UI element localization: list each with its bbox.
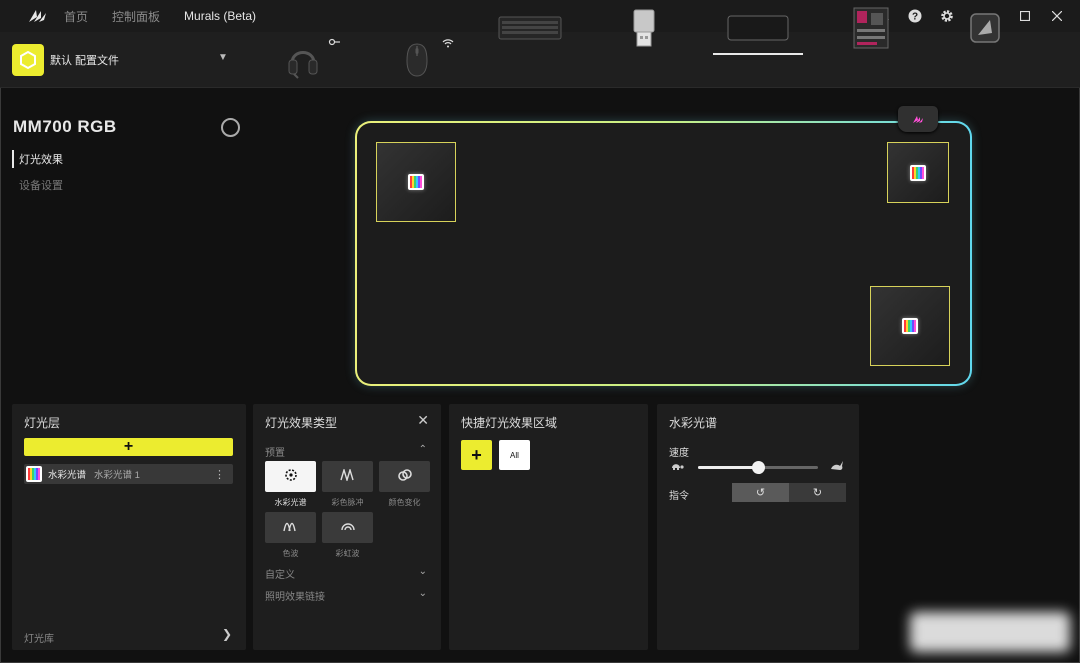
preset-color-pulse[interactable] [322,461,373,492]
layer-row[interactable]: 水彩光谱 水彩光谱 1 ⋮ [24,464,233,484]
preset-label: 色波 [282,549,299,558]
quick-zone-panel: 快捷灯光效果区域 + All [449,404,648,650]
wireless-connection-icon [442,38,454,50]
speed-slider[interactable] [698,461,818,474]
speed-slider-thumb[interactable] [752,461,765,474]
device-title: MM700 RGB [13,117,117,136]
wired-connection-icon [328,38,340,48]
wireless-dongle-device[interactable] [630,6,658,50]
pulse-icon [339,467,356,484]
lighting-layers-panel: 灯光层 + 水彩光谱 水彩光谱 1 ⋮ 灯光库 ❯ [12,404,246,650]
speed-slider-fill [698,466,758,469]
watermark [910,612,1070,652]
motherboard-device[interactable] [852,6,890,50]
headset-device[interactable] [286,38,320,82]
rgb-spectrum-icon [408,174,424,190]
chevron-down-icon[interactable]: ▼ [218,52,228,63]
corsair-hub-device[interactable] [969,6,1001,50]
nav-murals[interactable]: Murals (Beta) [184,9,256,23]
custom-section-header[interactable]: 自定义 [265,566,295,581]
tab-lighting-effects[interactable]: 灯光效果 [19,151,63,167]
led-zone-top-left[interactable] [376,142,456,222]
chevron-right-icon[interactable]: ❯ [222,627,232,641]
profile-label: 默认 配置文件 [50,55,120,67]
tab-device-settings[interactable]: 设备设置 [19,177,63,193]
device-status-icon[interactable] [221,118,240,137]
panel-title: 灯光层 [24,416,61,430]
more-options-icon[interactable]: ⋮ [214,468,225,481]
panel-title: 水彩光谱 [669,416,718,430]
preset-label: 水彩光谱 [274,498,307,507]
effect-type-panel: 灯光效果类型 ✕ 预置 ⌃ 水彩光谱 彩色脉冲 颜色变化 色波 彩虹波 自定义 … [253,404,441,650]
splash-icon [284,468,298,485]
led-zone-top-right[interactable] [887,142,949,203]
effect-params-panel: 水彩光谱 速度 指令 ↺ ↻ [657,404,859,650]
wave-icon [282,520,299,535]
rgb-spectrum-icon [910,164,926,181]
turtle-icon [670,460,684,474]
close-icon[interactable] [1048,7,1066,25]
preset-section-header[interactable]: 预置 [265,444,285,459]
rgb-spectrum-icon [26,466,42,482]
gear-icon[interactable] [938,7,956,25]
keyboard-device[interactable] [497,6,563,50]
lighting-library-link[interactable]: 灯光库 [24,630,54,645]
mouse-device[interactable] [404,38,430,82]
layer-subname: 水彩光谱 1 [94,470,140,481]
preset-watercolor[interactable] [265,461,316,492]
corsair-logo-icon [26,5,48,27]
pad-hub-puck [898,106,938,132]
mousepad-device[interactable] [713,6,803,55]
preset-label: 彩虹波 [335,549,360,558]
chevron-down-icon[interactable]: ⌄ [419,566,427,577]
nav-home[interactable]: 首页 [64,8,88,25]
chevron-down-icon[interactable]: ⌄ [419,588,427,599]
svg-text:?: ? [912,12,918,23]
maximize-icon[interactable] [1016,7,1034,25]
panel-title: 快捷灯光效果区域 [461,416,558,430]
add-zone-button[interactable]: + [461,440,492,470]
panel-title: 灯光效果类型 [265,416,338,430]
link-icon [397,468,413,485]
rgb-spectrum-icon [902,318,918,334]
nav-dashboard[interactable]: 控制面板 [112,8,160,25]
preset-color-shift[interactable] [379,461,430,492]
led-zone-bottom-right[interactable] [870,286,950,366]
profile-hexagon-icon [12,44,44,76]
preset-rainbow-wave[interactable] [322,512,373,543]
layer-name: 水彩光谱 [48,470,87,481]
preset-color-wave[interactable] [265,512,316,543]
profile-selector[interactable]: 默认 配置文件 [12,44,119,76]
close-icon[interactable]: ✕ [417,412,429,429]
select-all-zones-button[interactable]: All [499,440,530,470]
add-layer-button[interactable]: + [24,438,233,456]
rainbow-icon [340,520,356,535]
direction-cw-button[interactable]: ↻ [789,483,846,502]
preset-label: 彩色脉冲 [331,498,364,507]
preset-label: 颜色变化 [388,498,421,507]
direction-label: 指令 [669,491,689,502]
speed-label: 速度 [669,448,689,459]
direction-ccw-button[interactable]: ↺ [732,483,789,502]
help-icon[interactable]: ? [906,7,924,25]
effect-link-section-header[interactable]: 照明效果链接 [265,588,325,603]
chevron-up-icon[interactable]: ⌃ [419,444,427,455]
rabbit-icon [829,459,845,474]
active-tab-indicator [12,150,14,168]
